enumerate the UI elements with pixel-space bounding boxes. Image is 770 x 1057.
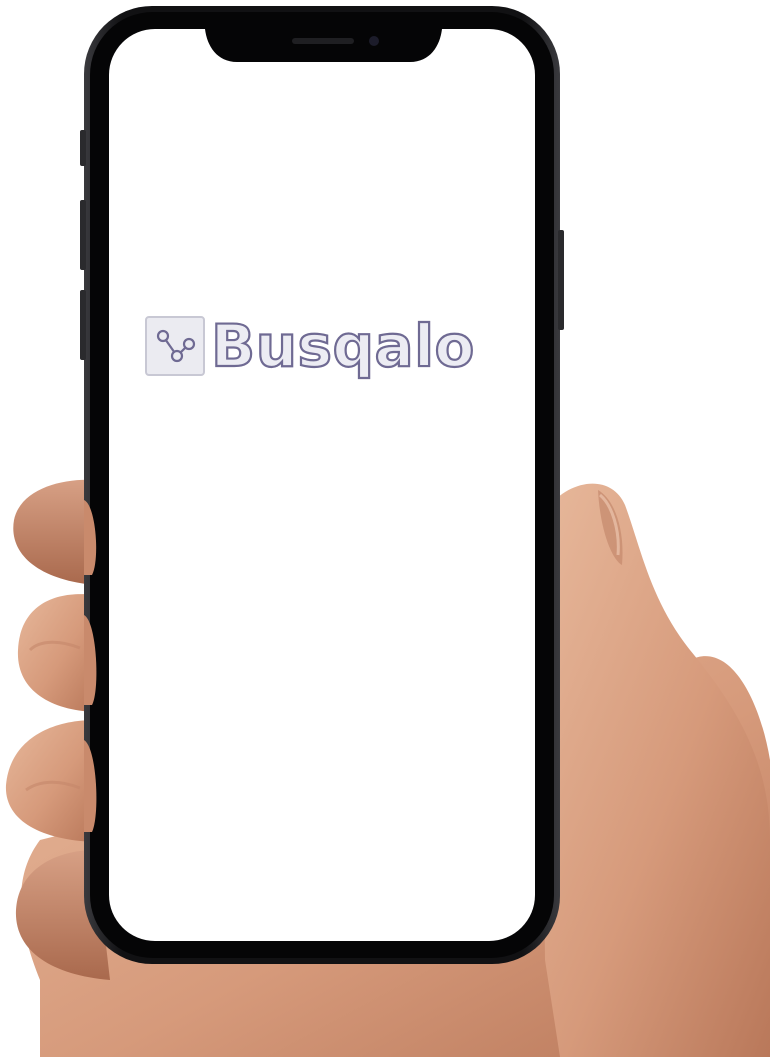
power-button <box>558 230 564 330</box>
volume-up-button <box>80 200 86 270</box>
thumb <box>540 483 770 1057</box>
busqalo-logo: Busqalo <box>145 312 476 380</box>
share-nodes-icon <box>145 316 205 376</box>
product-photo: Busqalo <box>0 0 770 1057</box>
phone-screen: Busqalo <box>109 29 535 941</box>
mute-switch <box>80 130 86 166</box>
fingertips <box>84 500 97 832</box>
brand-name: Busqalo <box>210 312 476 380</box>
volume-down-button <box>80 290 86 360</box>
